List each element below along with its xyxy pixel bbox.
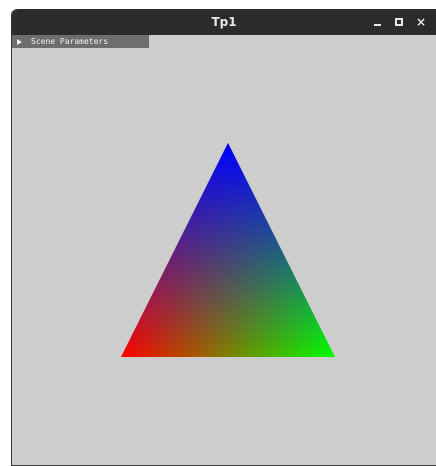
maximize-icon — [395, 18, 403, 26]
scene-parameters-header[interactable]: Scene Parameters — [12, 35, 149, 48]
collapse-triangle-icon — [17, 38, 22, 45]
scene-parameters-label: Scene Parameters — [31, 37, 109, 46]
window-controls: × — [366, 9, 432, 35]
triangle-render — [121, 143, 335, 357]
render-canvas[interactable]: Scene Parameters — [12, 35, 436, 465]
maximize-button[interactable] — [388, 9, 410, 35]
app-window: Tp1 × Scene Parameters — [11, 9, 436, 466]
triangle-top-blend — [121, 143, 335, 357]
minimize-icon — [373, 24, 381, 26]
title-bar[interactable]: Tp1 × — [12, 9, 436, 35]
close-button[interactable]: × — [410, 9, 432, 35]
close-icon: × — [415, 15, 427, 29]
minimize-button[interactable] — [366, 9, 388, 35]
